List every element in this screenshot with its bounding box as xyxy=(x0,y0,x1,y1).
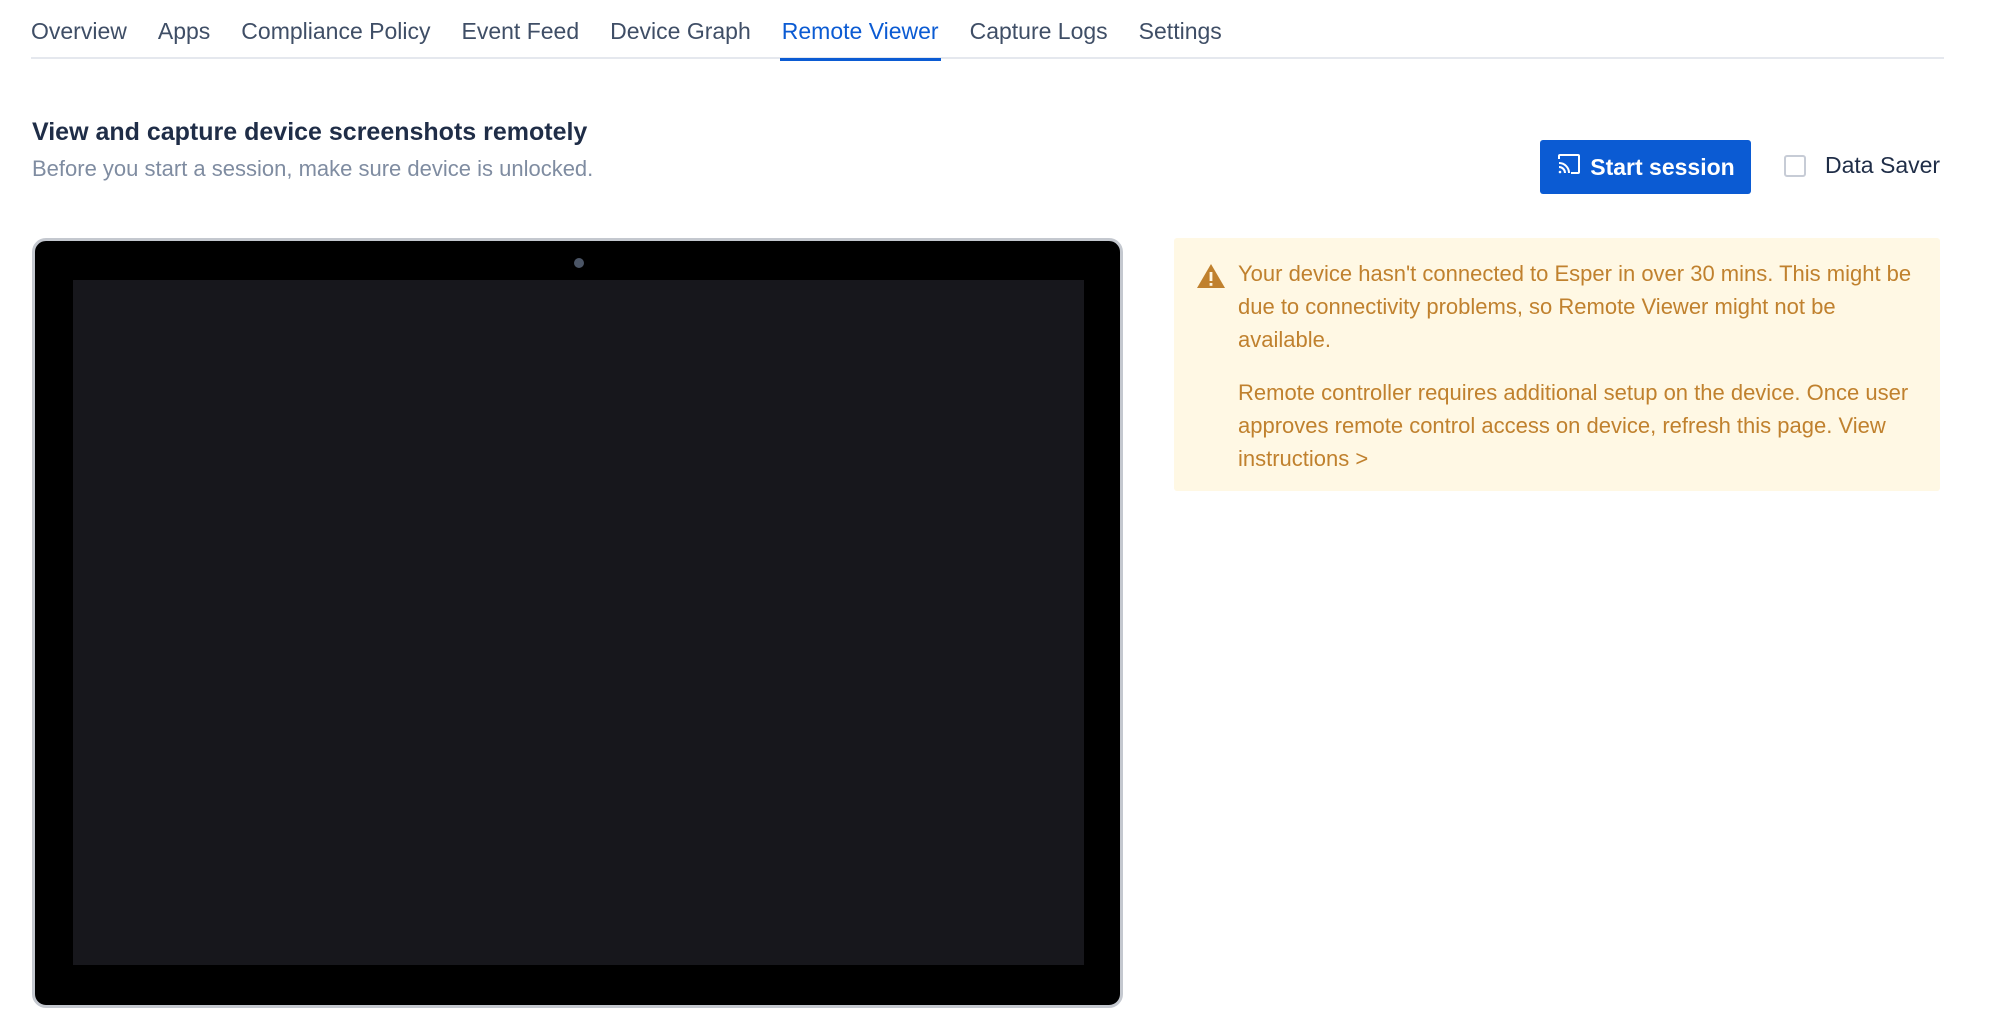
tab-remote-viewer[interactable]: Remote Viewer xyxy=(779,0,941,61)
device-frame xyxy=(32,238,1123,1008)
tab-event-feed[interactable]: Event Feed xyxy=(462,0,580,59)
tab-device-graph[interactable]: Device Graph xyxy=(610,0,751,59)
tab-overview[interactable]: Overview xyxy=(31,0,127,59)
device-screen[interactable] xyxy=(73,280,1084,965)
start-session-label: Start session xyxy=(1590,153,1735,180)
warning-icon xyxy=(1196,262,1226,290)
alert-message-connectivity: Your device hasn't connected to Esper in… xyxy=(1238,261,1912,352)
alert-setup-text: Remote controller requires additional se… xyxy=(1238,380,1909,438)
connectivity-alert: Your device hasn't connected to Esper in… xyxy=(1174,238,1940,491)
alert-message-setup: Remote controller requires additional se… xyxy=(1238,376,1928,475)
data-saver-checkbox[interactable] xyxy=(1784,154,1806,177)
remote-viewer-page: Overview Apps Compliance Policy Event Fe… xyxy=(0,0,1999,1021)
device-tabs: Overview Apps Compliance Policy Event Fe… xyxy=(31,0,1944,61)
device-camera xyxy=(574,258,584,268)
data-saver-toggle[interactable]: Data Saver xyxy=(1784,152,1940,179)
tab-settings[interactable]: Settings xyxy=(1139,0,1222,59)
page-title: View and capture device screenshots remo… xyxy=(32,118,588,146)
start-session-button[interactable]: Start session xyxy=(1540,140,1751,194)
tab-apps[interactable]: Apps xyxy=(158,0,210,59)
data-saver-label: Data Saver xyxy=(1825,152,1941,178)
page-subtitle: Before you start a session, make sure de… xyxy=(32,156,594,181)
tab-compliance-policy[interactable]: Compliance Policy xyxy=(241,0,430,59)
tab-capture-logs[interactable]: Capture Logs xyxy=(970,0,1108,59)
cast-icon xyxy=(1556,152,1582,182)
